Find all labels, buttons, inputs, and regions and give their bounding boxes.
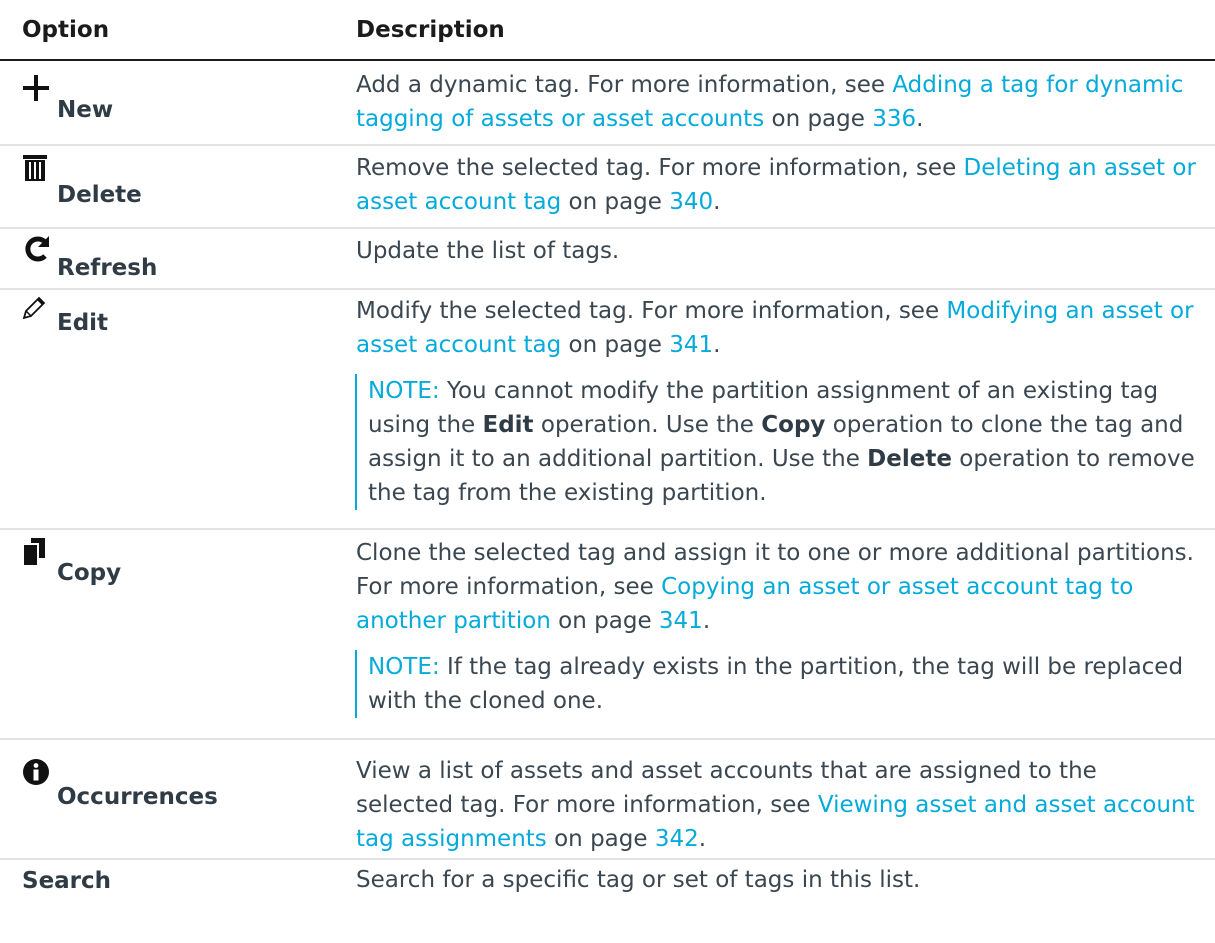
table-row: Delete Remove the selected tag. For more… bbox=[0, 146, 1215, 229]
bold-edit: Edit bbox=[482, 412, 534, 438]
note-label: NOTE: bbox=[368, 654, 440, 680]
note-label: NOTE: bbox=[368, 378, 440, 404]
option-label-copy: Copy bbox=[57, 560, 122, 586]
trash-icon bbox=[23, 155, 47, 181]
refresh-icon bbox=[25, 236, 49, 262]
option-label-refresh: Refresh bbox=[57, 255, 158, 281]
copy-icon bbox=[22, 538, 45, 566]
bold-delete: Delete bbox=[867, 446, 952, 472]
plus-icon bbox=[23, 75, 49, 101]
description-cell: View a list of assets and asset accounts… bbox=[356, 740, 1215, 858]
option-cell: Occurrences bbox=[0, 740, 356, 858]
option-cell: Search bbox=[0, 860, 356, 943]
column-header-description: Description bbox=[356, 16, 505, 43]
description-text: Add a dynamic tag. For more information,… bbox=[356, 72, 1184, 132]
option-label-delete: Delete bbox=[57, 182, 142, 208]
option-cell: Edit bbox=[0, 290, 356, 528]
page-link-340[interactable]: 340 bbox=[669, 189, 713, 215]
description-cell: Add a dynamic tag. For more information,… bbox=[356, 61, 1215, 144]
option-cell: New bbox=[0, 61, 356, 144]
table-row: New Add a dynamic tag. For more informat… bbox=[0, 61, 1215, 146]
table-row: Occurrences View a list of assets and as… bbox=[0, 740, 1215, 860]
note-block: NOTE: You cannot modify the partition as… bbox=[355, 374, 1199, 510]
column-header-option: Option bbox=[22, 16, 110, 43]
table-row: Edit Modify the selected tag. For more i… bbox=[0, 290, 1215, 530]
pencil-icon bbox=[22, 296, 46, 320]
option-label-occurrences: Occurrences bbox=[57, 784, 218, 810]
description-text: Remove the selected tag. For more inform… bbox=[356, 155, 1196, 215]
description-cell: Update the list of tags. bbox=[356, 229, 1215, 288]
note-block: NOTE: If the tag already exists in the p… bbox=[355, 650, 1199, 718]
option-label-search: Search bbox=[22, 868, 112, 894]
description-cell: Clone the selected tag and assign it to … bbox=[355, 530, 1215, 738]
options-table: Option Description New Add a dynamic tag… bbox=[0, 0, 1215, 943]
bold-copy: Copy bbox=[761, 412, 826, 438]
page-link-342[interactable]: 342 bbox=[655, 826, 699, 852]
description-text: Search for a specific tag or set of tags… bbox=[356, 867, 921, 893]
description-text: Clone the selected tag and assign it to … bbox=[356, 540, 1194, 634]
page-link-341[interactable]: 341 bbox=[669, 332, 713, 358]
page-link-341[interactable]: 341 bbox=[659, 608, 703, 634]
option-cell: Refresh bbox=[0, 229, 356, 288]
info-icon bbox=[23, 759, 49, 785]
description-text: Modify the selected tag. For more inform… bbox=[356, 298, 1194, 358]
option-label-edit: Edit bbox=[57, 310, 109, 336]
page-link-336[interactable]: 336 bbox=[872, 106, 916, 132]
option-cell: Delete bbox=[0, 146, 356, 227]
description-text: Update the list of tags. bbox=[356, 238, 620, 264]
table-row: Refresh Update the list of tags. bbox=[0, 229, 1215, 290]
option-label-new: New bbox=[57, 97, 114, 123]
option-cell: Copy bbox=[0, 530, 356, 738]
description-cell: Remove the selected tag. For more inform… bbox=[356, 146, 1215, 227]
description-text: View a list of assets and asset accounts… bbox=[356, 758, 1195, 852]
table-header: Option Description bbox=[0, 0, 1215, 61]
description-cell: Modify the selected tag. For more inform… bbox=[355, 290, 1215, 528]
table-row: Copy Clone the selected tag and assign i… bbox=[0, 530, 1215, 740]
description-cell: Search for a specific tag or set of tags… bbox=[356, 860, 1215, 943]
table-row: Search Search for a specific tag or set … bbox=[0, 860, 1215, 943]
